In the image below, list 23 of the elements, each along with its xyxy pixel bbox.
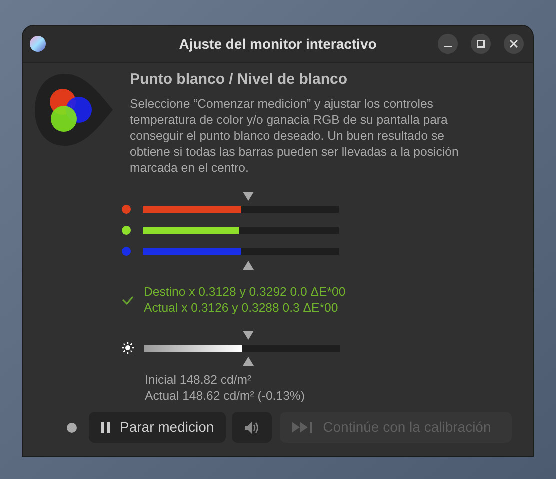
speaker-icon xyxy=(244,420,260,434)
brightness-icon xyxy=(122,342,134,354)
actual-reading: Actual x 0.3126 y 0.3288 0.3 ΔE*00 xyxy=(144,300,340,316)
section-heading: Punto blanco / Nivel de blanco xyxy=(130,70,349,90)
minimize-button[interactable] xyxy=(438,34,458,54)
target-reading: Destino x 0.3128 y 0.3292 0.0 ΔE*00 xyxy=(144,284,346,300)
window-title: Ajuste del monitor interactivo xyxy=(178,34,378,54)
sound-button[interactable] xyxy=(232,412,272,443)
maximize-icon xyxy=(477,40,485,48)
app-logo-icon xyxy=(30,36,46,52)
close-button[interactable] xyxy=(504,34,524,54)
up-triangle-icon xyxy=(243,356,254,366)
initial-luminance: Inicial 148.82 cd/m² xyxy=(145,372,253,388)
actual-luminance: Actual 148.62 cd/m² (-0.13%) xyxy=(145,388,306,404)
pause-button[interactable]: Parar medicion xyxy=(89,412,226,443)
maximize-button[interactable] xyxy=(471,34,491,54)
instructions-text: Seleccione “Comenzar medicion” y ajustar los controles temperatura de color y/o ganacia RGB de su pantalla para conseguir el punto blanco deseado. Un buen resultado se obtiene si todas las barras pueden ser llevadas a la posición marcada en el centro. xyxy=(130,96,460,176)
down-triangle-icon xyxy=(243,192,254,200)
down-triangle-icon xyxy=(243,330,254,340)
pause-icon xyxy=(101,422,111,433)
close-icon xyxy=(510,40,518,48)
up-triangle-icon xyxy=(243,260,254,270)
skip-forward-icon xyxy=(292,422,314,433)
